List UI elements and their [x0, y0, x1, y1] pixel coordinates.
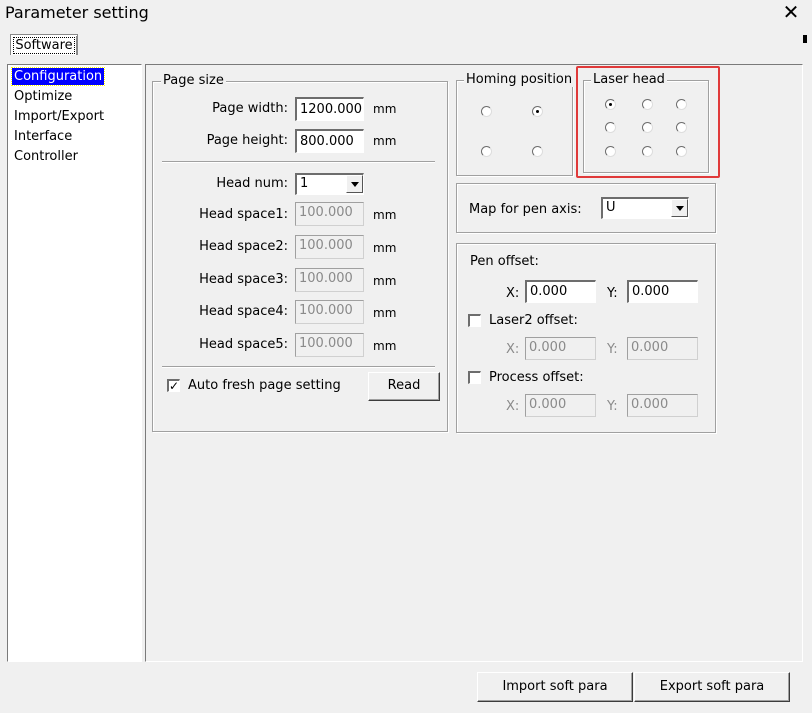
- homing-radio-bottom-left[interactable]: [481, 146, 492, 157]
- homing-radio-top-left[interactable]: [481, 106, 492, 117]
- head-space4-unit: mm: [373, 306, 397, 320]
- head-num-value: 1: [300, 176, 309, 191]
- laser2-x-label: X:: [506, 342, 520, 357]
- process-offset-label: Process offset:: [489, 370, 584, 385]
- homing-position-group: [456, 80, 573, 176]
- head-space2-input[interactable]: 100.000: [295, 235, 364, 259]
- export-soft-para-button[interactable]: Export soft para: [634, 672, 790, 702]
- head-space1-input[interactable]: 100.000: [295, 202, 364, 226]
- page-size-legend: Page size: [161, 73, 226, 88]
- page-height-input[interactable]: 800.000: [295, 129, 364, 153]
- separator: [162, 366, 435, 368]
- head-space4-label: Head space4:: [199, 304, 288, 319]
- pen-offset-label: Pen offset:: [470, 254, 539, 269]
- sidebar-list[interactable]: Configuration Optimize Import/Export Int…: [7, 64, 142, 662]
- laser2-x-input[interactable]: 0.000: [525, 337, 596, 360]
- homing-position-legend: Homing position: [464, 72, 575, 87]
- head-space5-unit: mm: [373, 339, 397, 353]
- head-space5-input[interactable]: 100.000: [295, 333, 364, 357]
- pen-x-label: X:: [506, 286, 520, 301]
- sidebar-item-interface[interactable]: Interface: [12, 128, 74, 145]
- separator: [162, 161, 435, 163]
- process-offset-checkbox[interactable]: [468, 371, 481, 384]
- head-num-select[interactable]: 1: [295, 173, 364, 195]
- process-y-label: Y:: [607, 399, 618, 414]
- sidebar-item-controller[interactable]: Controller: [12, 148, 80, 165]
- pen-y-label: Y:: [607, 286, 618, 301]
- page-height-unit: mm: [373, 134, 397, 148]
- sidebar-item-optimize[interactable]: Optimize: [12, 88, 74, 105]
- head-num-label: Head num:: [216, 176, 288, 191]
- homing-radio-bottom-right[interactable]: [532, 146, 543, 157]
- sidebar-item-configuration[interactable]: Configuration: [10, 67, 106, 86]
- pen-y-input[interactable]: 0.000: [627, 280, 698, 303]
- pen-axis-select[interactable]: U: [601, 197, 689, 219]
- process-x-input[interactable]: 0.000: [525, 394, 596, 417]
- read-button[interactable]: Read: [368, 372, 440, 401]
- window-title: Parameter setting: [5, 3, 149, 22]
- auto-fresh-label: Auto fresh page setting: [188, 378, 341, 393]
- process-y-input[interactable]: 0.000: [627, 394, 698, 417]
- head-space1-unit: mm: [373, 208, 397, 222]
- highlight-box: [576, 66, 720, 178]
- sidebar-item-import-export[interactable]: Import/Export: [12, 108, 106, 125]
- process-x-label: X:: [506, 399, 520, 414]
- chevron-down-icon[interactable]: [346, 175, 363, 193]
- head-space4-input[interactable]: 100.000: [295, 300, 364, 324]
- tab-software-label: Software: [13, 37, 75, 54]
- head-space3-label: Head space3:: [199, 272, 288, 287]
- head-space1-label: Head space1:: [199, 207, 288, 222]
- page-height-label: Page height:: [206, 133, 288, 148]
- tab-software[interactable]: Software: [10, 34, 78, 55]
- laser2-y-input[interactable]: 0.000: [627, 337, 698, 360]
- laser2-offset-label: Laser2 offset:: [489, 313, 578, 328]
- pen-x-input[interactable]: 0.000: [525, 280, 596, 303]
- edge-marker: [803, 35, 807, 43]
- chevron-down-icon[interactable]: [671, 199, 688, 217]
- auto-fresh-checkbox[interactable]: ✓: [167, 379, 180, 392]
- head-space3-input[interactable]: 100.000: [295, 268, 364, 292]
- page-width-label: Page width:: [212, 101, 288, 116]
- head-space3-unit: mm: [373, 274, 397, 288]
- homing-radio-top-right[interactable]: [532, 106, 543, 117]
- page-width-unit: mm: [373, 102, 397, 116]
- head-space2-unit: mm: [373, 241, 397, 255]
- page-width-input[interactable]: 1200.000: [295, 97, 364, 121]
- import-soft-para-button[interactable]: Import soft para: [477, 672, 633, 702]
- laser2-offset-checkbox[interactable]: [468, 314, 481, 327]
- head-space5-label: Head space5:: [199, 337, 288, 352]
- laser2-y-label: Y:: [607, 342, 618, 357]
- head-space2-label: Head space2:: [199, 239, 288, 254]
- pen-axis-value: U: [606, 200, 616, 215]
- close-icon[interactable]: ✕: [778, 0, 804, 24]
- pen-axis-label: Map for pen axis:: [469, 202, 582, 217]
